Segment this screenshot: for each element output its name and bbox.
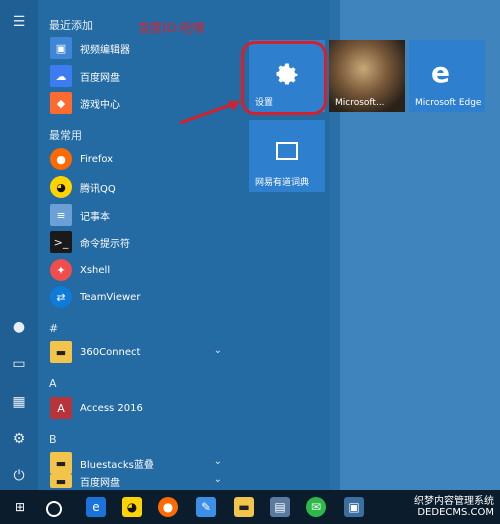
item-label: TeamViewer [80,291,141,303]
user-icon[interactable]: ● [10,318,28,336]
chevron-down-icon[interactable]: ⌄ [214,456,222,467]
item-label: 视频编辑器 [80,44,130,56]
settings-icon[interactable]: ⚙ [10,430,28,448]
tile-label: 网易有道词典 [255,178,310,188]
folder-icon: ▬ [50,452,72,474]
tile-label: Microsoft... [335,98,385,108]
tile-edge[interactable]: e Microsoft Edge [409,40,485,112]
firefox-taskbar-icon[interactable]: ● [158,497,178,517]
pen-taskbar-icon[interactable]: ✎ [196,497,216,517]
item-label: 命令提示符 [80,238,130,250]
item-label: 360Connect [80,346,141,358]
wechat-taskbar-icon[interactable]: ✉ [306,497,326,517]
item-label: Access 2016 [80,402,143,414]
section-hash: # [49,322,59,335]
access-icon: A [50,397,72,419]
game-center-icon: ◆ [50,92,72,114]
pictures-icon[interactable]: ▦ [10,393,28,411]
list-item[interactable]: ◕ 腾讯QQ [50,175,230,199]
arrow-icon [179,101,240,125]
item-label: 游戏中心 [80,99,120,111]
section-a: A [49,377,57,390]
list-item[interactable]: ▬ 百度网盘 ⌄ [50,474,230,489]
item-label: Xshell [80,264,111,276]
documents-icon[interactable]: ▭ [10,355,28,373]
notepad-icon: ≡ [50,204,72,226]
cortana-icon[interactable] [46,501,62,517]
watermark: 织梦内容管理系统 DEDECMS.COM [414,492,494,518]
section-frequent: 最常用 [49,129,82,142]
list-item[interactable]: ≡ 记事本 [50,203,230,227]
annotation-text: 百度ID:吃嘿 [138,21,205,35]
list-item[interactable]: ▬ Bluestacks蓝叠 ⌄ [50,451,230,475]
baidu-pan-icon: ☁ [50,65,72,87]
power-icon[interactable]: ⏻ [10,467,28,485]
tile-dict[interactable]: 网易有道词典 [249,120,325,192]
windows-icon[interactable]: ⊞ [10,497,30,517]
teamviewer-icon: ⇄ [50,286,72,308]
list-item[interactable]: ● Firefox [50,147,230,171]
section-recent: 最近添加 [49,19,93,32]
start-rail: ☰ ● ▭ ▦ ⚙ ⏻ [0,0,38,490]
item-label: 百度网盘 [80,477,120,489]
list-item[interactable]: ☁ 百度网盘 [50,64,230,88]
item-label: 记事本 [80,211,110,223]
dictionary-icon [276,142,298,160]
section-b: B [49,433,57,446]
edge-taskbar-icon[interactable]: e [86,497,106,517]
folder-icon: ▬ [50,341,72,363]
qq-taskbar-icon[interactable]: ◕ [122,497,142,517]
hamburger-icon[interactable]: ☰ [10,13,28,31]
store-taskbar-icon[interactable]: ▤ [270,497,290,517]
explorer-taskbar-icon[interactable]: ▬ [234,497,254,517]
list-item[interactable]: ⇄ TeamViewer [50,285,230,309]
video-editor-icon: ▣ [50,37,72,59]
list-item[interactable]: ✦ Xshell [50,258,230,282]
list-item[interactable]: A Access 2016 [50,396,230,420]
highlight-circle [241,41,327,115]
watermark-line2: DEDECMS.COM [417,507,494,518]
cmd-icon: >_ [50,231,72,253]
folder-icon: ▬ [50,474,72,488]
list-item[interactable]: >_ 命令提示符 [50,230,230,254]
tile-label: Microsoft Edge [415,98,482,108]
watermark-line1: 织梦内容管理系统 [414,496,494,507]
item-label: 百度网盘 [80,72,120,84]
tile-news[interactable]: Microsoft... [329,40,405,112]
xshell-icon: ✦ [50,259,72,281]
firefox-icon: ● [50,148,72,170]
item-label: Firefox [80,153,114,165]
item-label: 腾讯QQ [80,183,116,195]
edge-icon: e [431,56,450,89]
app-taskbar-icon[interactable]: ▣ [344,497,364,517]
chevron-down-icon[interactable]: ⌄ [214,474,222,485]
item-label: Bluestacks蓝叠 [80,459,154,471]
chevron-down-icon[interactable]: ⌄ [214,345,222,356]
list-item[interactable]: ▬ 360Connect ⌄ [50,340,230,364]
list-item[interactable]: ▣ 视频编辑器 [50,36,230,60]
qq-icon: ◕ [50,176,72,198]
